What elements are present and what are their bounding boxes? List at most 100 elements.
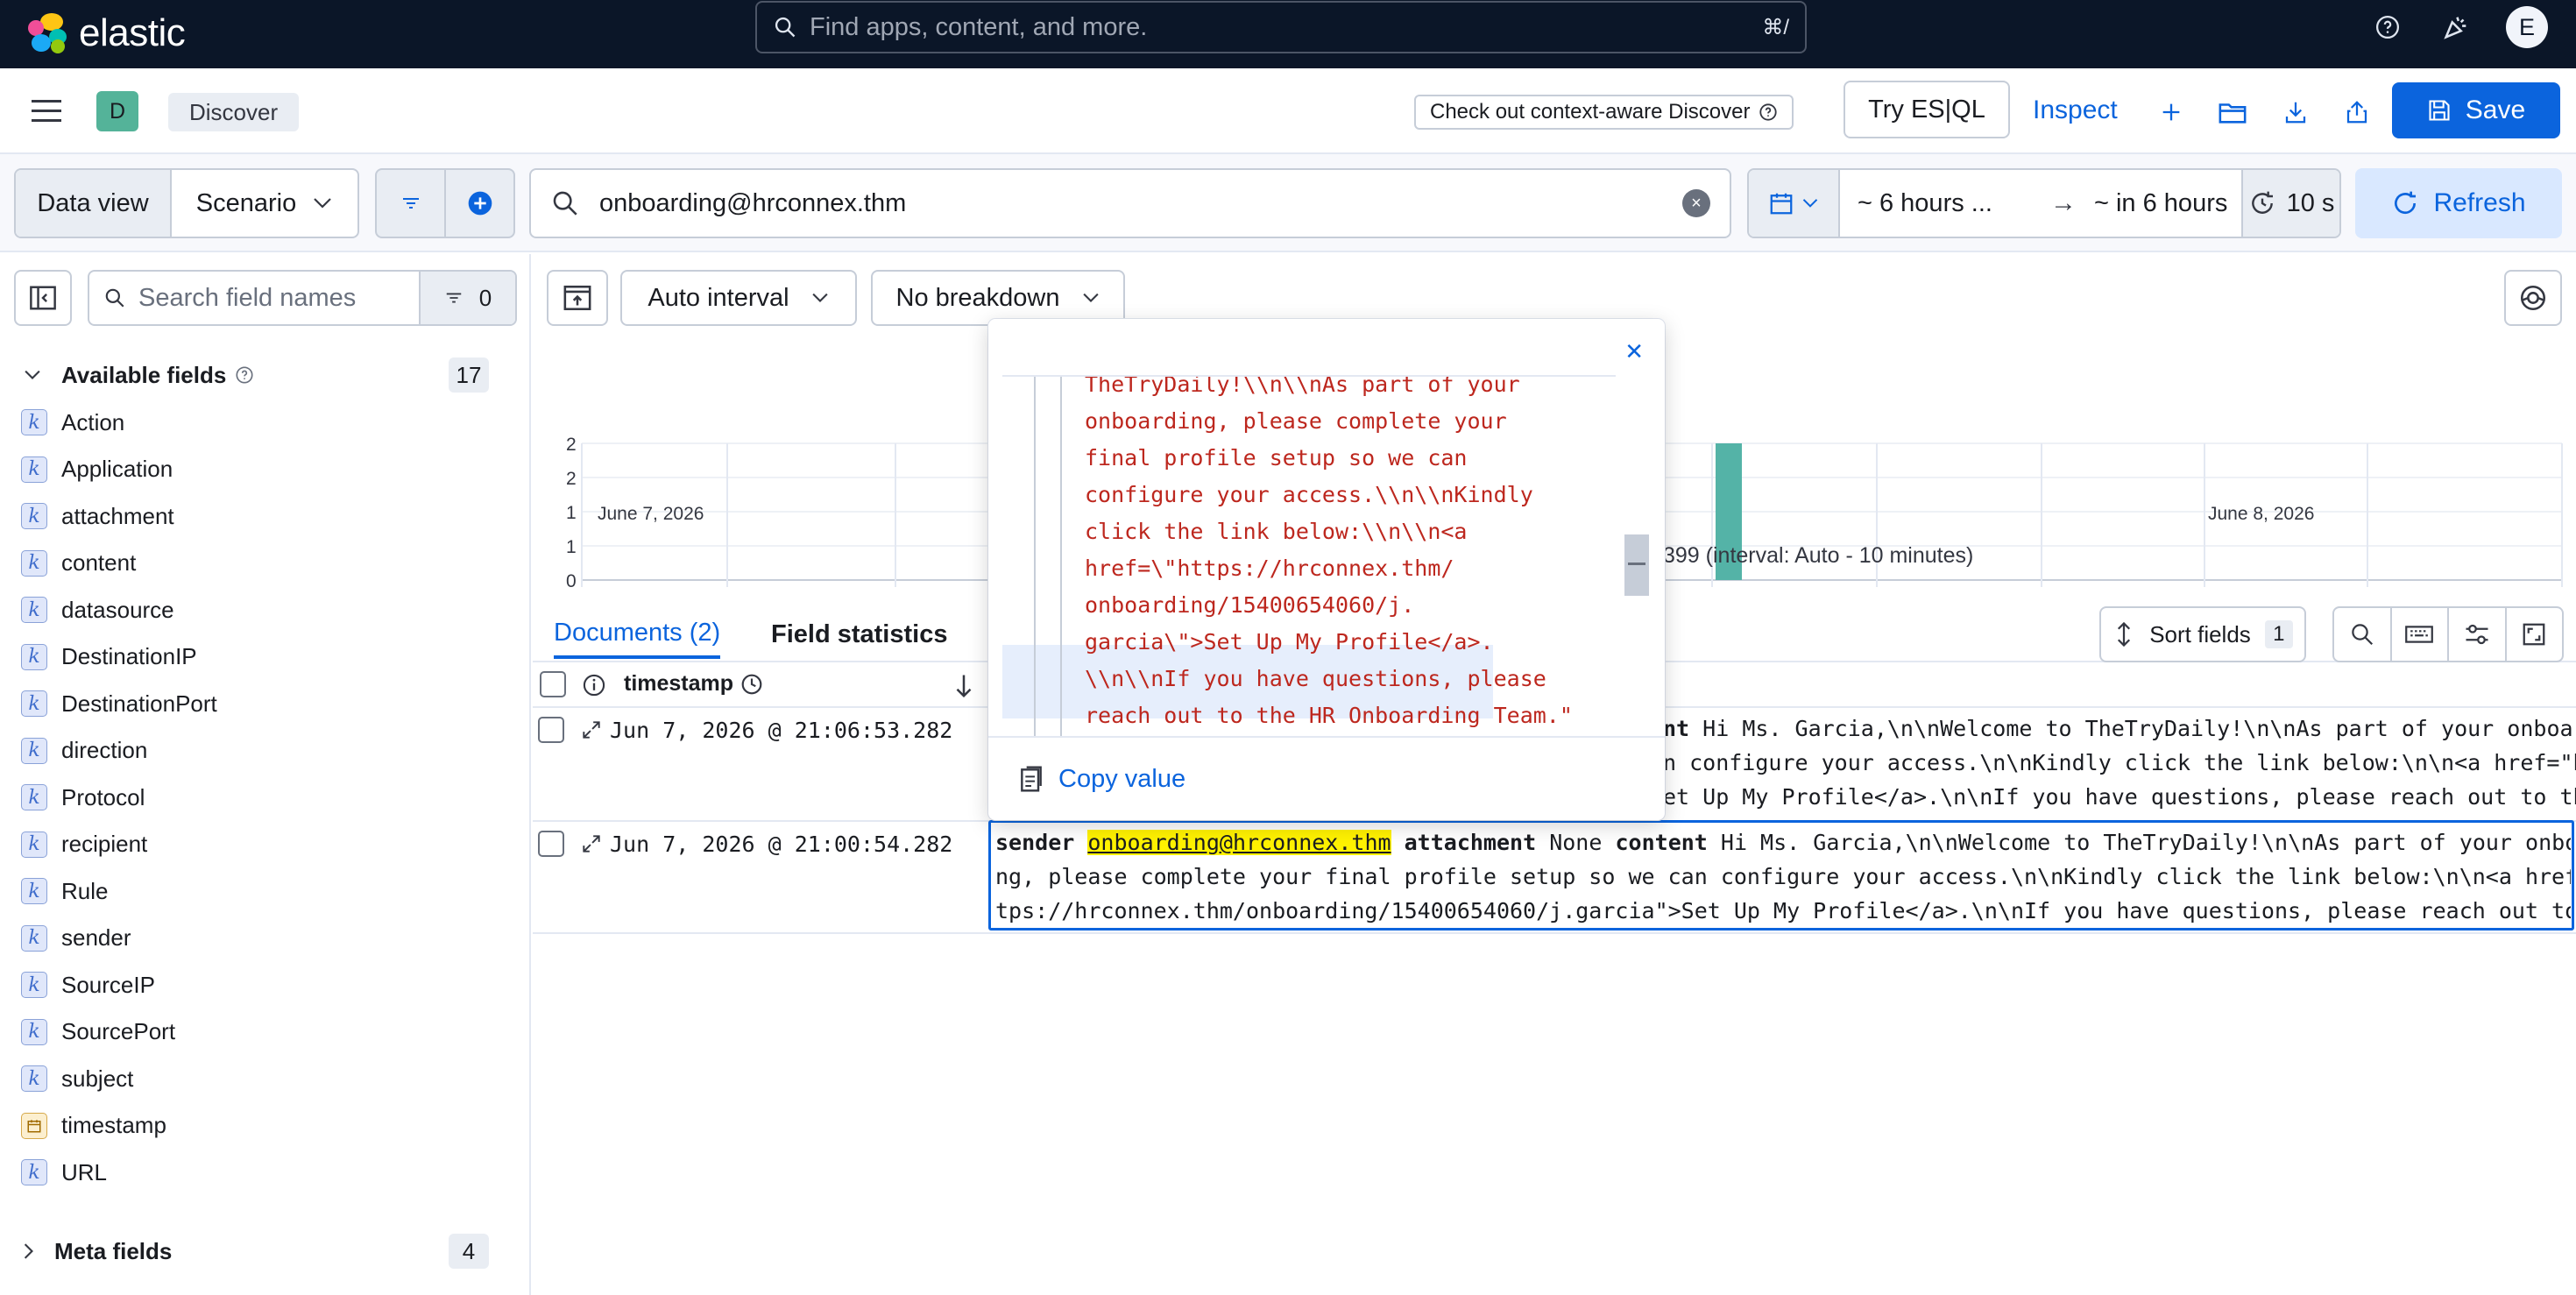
field-item[interactable]: k SourceIP <box>21 967 155 1002</box>
help-icon[interactable] <box>2369 9 2406 46</box>
sort-fields-button[interactable]: Sort fields 1 <box>2099 606 2306 662</box>
close-icon[interactable]: ✕ <box>1624 338 1644 365</box>
field-item[interactable]: k sender <box>21 921 131 956</box>
download-icon[interactable] <box>2276 93 2315 131</box>
sort-descending-icon[interactable] <box>952 673 976 699</box>
context-aware-discover-button[interactable]: Check out context-aware Discover <box>1414 95 1794 130</box>
time-start[interactable]: ~ 6 hours ... <box>1858 189 2033 218</box>
quick-select-button[interactable] <box>1749 170 1840 237</box>
keyword-field-icon: k <box>21 784 47 810</box>
date-right-label: June 8, 2026 <box>2208 504 2315 524</box>
save-button[interactable]: Save <box>2392 82 2560 138</box>
refresh-icon <box>2395 191 2417 215</box>
y-tick-label: 1 <box>566 537 577 557</box>
row-source-line1: Hi Ms. Garcia,\n\nWelcome to TheTryDaily… <box>1689 716 2576 741</box>
add-filter-button[interactable] <box>446 170 513 237</box>
row-source-summary: nt Hi Ms. Garcia,\n\nWelcome to TheTryDa… <box>1663 711 2576 814</box>
field-item[interactable]: k Action <box>21 405 124 440</box>
field-name: SourcePort <box>61 1018 176 1044</box>
filter-options-button[interactable] <box>377 170 446 237</box>
popover-value-text: TheTryDaily!\\n\\nAs part of your onboard… <box>1085 377 1593 734</box>
row-source-line2: n configure your access.\n\nKindly click… <box>1663 750 2576 775</box>
display-settings-button[interactable] <box>2449 608 2507 661</box>
field-name: Rule <box>61 877 109 904</box>
refresh-interval-value: 10 s <box>2286 188 2335 217</box>
field-item[interactable]: k content <box>21 546 136 581</box>
header-actions: E <box>2338 0 2576 54</box>
space-badge[interactable]: D <box>96 91 138 131</box>
share-icon[interactable] <box>2338 93 2376 131</box>
expand-icon[interactable] <box>580 832 603 855</box>
menu-icon[interactable] <box>32 98 63 129</box>
grid-search-button[interactable] <box>2334 608 2392 661</box>
time-end[interactable]: ~ in 6 hours <box>2094 189 2241 218</box>
field-item[interactable]: k attachment <box>21 499 174 534</box>
select-all-checkbox[interactable] <box>540 671 566 697</box>
column-header-timestamp[interactable]: timestamp <box>624 671 763 697</box>
user-avatar[interactable]: E <box>2506 6 2548 48</box>
copy-value-label: Copy value <box>1058 764 1186 793</box>
time-picker: ~ 6 hours ... → ~ in 6 hours 10 s <box>1747 168 2341 238</box>
chart-options-button[interactable] <box>2504 270 2562 326</box>
field-item[interactable]: timestamp <box>21 1108 166 1143</box>
calendar-icon <box>1770 193 1793 215</box>
expand-icon[interactable] <box>580 718 603 741</box>
keyboard-shortcuts-button[interactable] <box>2392 608 2449 661</box>
help-icon <box>1759 103 1778 121</box>
table-row[interactable]: Jun 7, 2026 @ 21:00:54.282 sender onboar… <box>533 820 2576 934</box>
meta-fields-toggle[interactable]: Meta fields 4 <box>23 1234 510 1269</box>
chart-section-toggle[interactable] <box>547 270 608 326</box>
try-esql-button[interactable]: Try ES|QL <box>1844 81 2010 138</box>
row-checkbox[interactable] <box>538 717 564 743</box>
refresh-button[interactable]: Refresh <box>2355 168 2562 238</box>
breakdown-select[interactable]: No breakdown <box>871 270 1125 326</box>
field-item[interactable]: k URL <box>21 1155 107 1190</box>
settings-sliders-icon <box>2466 624 2488 645</box>
open-folder-icon[interactable] <box>2213 93 2252 131</box>
tab-field-statistics[interactable]: Field statistics <box>771 610 947 659</box>
field-item[interactable]: k DestinationIP <box>21 640 197 675</box>
copy-value-button[interactable]: Copy value <box>988 736 1665 820</box>
field-item[interactable]: k Application <box>21 452 173 487</box>
sort-icon <box>2118 621 2131 648</box>
new-search-icon[interactable] <box>2152 93 2190 131</box>
field-item[interactable]: k subject <box>21 1061 133 1096</box>
cell-value-popover: ✕ TheTryDaily!\\n\\nAs part of your onboa… <box>988 319 1665 820</box>
global-search-input[interactable]: Find apps, content, and more. ⌘/ <box>755 1 1807 53</box>
field-name: SourceIP <box>61 971 155 998</box>
indent-guide <box>1060 377 1062 736</box>
news-feed-icon[interactable] <box>2438 9 2474 46</box>
field-item[interactable]: k SourcePort <box>21 1015 175 1050</box>
field-item[interactable]: k recipient <box>21 827 147 862</box>
field-item[interactable]: k Rule <box>21 874 108 909</box>
refresh-interval-button[interactable]: 10 s <box>2241 170 2339 237</box>
row-checkbox[interactable] <box>538 831 564 857</box>
interval-select[interactable]: Auto interval <box>620 270 857 326</box>
available-fields-toggle[interactable]: Available fields 17 <box>23 357 510 393</box>
field-filter-button[interactable]: 0 <box>419 272 515 324</box>
fullscreen-button[interactable] <box>2507 608 2563 661</box>
field-item[interactable]: k Protocol <box>21 780 145 815</box>
elastic-logo[interactable]: elastic <box>28 7 186 60</box>
field-item[interactable]: k datasource <box>21 592 174 627</box>
query-input[interactable]: onboarding@hrconnex.thm × <box>529 168 1731 238</box>
info-icon[interactable] <box>582 673 606 697</box>
query-bar: Data view Scenario onboarding@hrconnex.t… <box>0 154 2576 252</box>
popover-value-viewer[interactable]: TheTryDaily!\\n\\nAs part of your onboard… <box>1002 375 1616 736</box>
app-toolbar: D Discover Check out context-aware Disco… <box>0 68 2576 154</box>
row-source-summary: sender onboarding@hrconnex.thm attachmen… <box>995 825 2571 928</box>
popover-scrollbar[interactable] <box>1624 534 1649 596</box>
data-view-picker[interactable]: Data view Scenario <box>14 168 359 238</box>
refresh-label: Refresh <box>2433 188 2526 217</box>
field-name: attachment <box>61 502 174 529</box>
collapse-sidebar-button[interactable] <box>14 270 72 326</box>
clear-query-icon[interactable]: × <box>1682 189 1710 217</box>
chevron-down-icon <box>314 198 332 209</box>
field-item[interactable]: k DestinationPort <box>21 686 217 721</box>
tab-documents[interactable]: Documents (2) <box>554 610 721 659</box>
fullscreen-icon <box>2523 623 2545 646</box>
breadcrumb-discover[interactable]: Discover <box>168 93 300 131</box>
field-search-input[interactable]: Search field names 0 <box>88 270 517 326</box>
field-item[interactable]: k direction <box>21 733 147 768</box>
inspect-button[interactable]: Inspect <box>2033 89 2118 131</box>
